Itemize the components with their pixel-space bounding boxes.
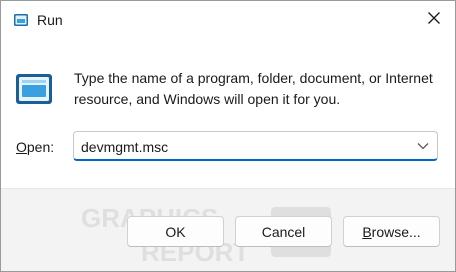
- run-dialog: Run Type the name of a program, folder, …: [0, 0, 456, 272]
- open-label: Open:: [16, 138, 54, 156]
- browse-accesskey: B: [362, 223, 372, 240]
- ok-button[interactable]: OK: [127, 216, 224, 247]
- open-combobox[interactable]: devmgmt.msc: [73, 131, 438, 161]
- browse-button[interactable]: Browse...: [343, 216, 440, 247]
- dialog-description: Type the name of a program, folder, docu…: [74, 70, 433, 107]
- chevron-down-icon: [417, 137, 429, 155]
- open-input[interactable]: devmgmt.msc: [81, 138, 168, 156]
- run-icon: [15, 73, 53, 105]
- close-button[interactable]: [419, 5, 449, 35]
- dropdown-button[interactable]: [413, 136, 433, 156]
- window-title: Run: [37, 12, 63, 28]
- run-icon: [13, 13, 29, 27]
- cancel-button[interactable]: Cancel: [235, 216, 332, 247]
- open-label-text: pen:: [26, 139, 55, 155]
- close-icon: [427, 11, 441, 30]
- dialog-footer: GRAPHICS REPORT OK Cancel Browse...: [1, 188, 455, 271]
- open-label-accesskey: O: [16, 139, 27, 155]
- browse-label: rowse...: [371, 223, 421, 240]
- title-bar[interactable]: Run: [1, 1, 455, 39]
